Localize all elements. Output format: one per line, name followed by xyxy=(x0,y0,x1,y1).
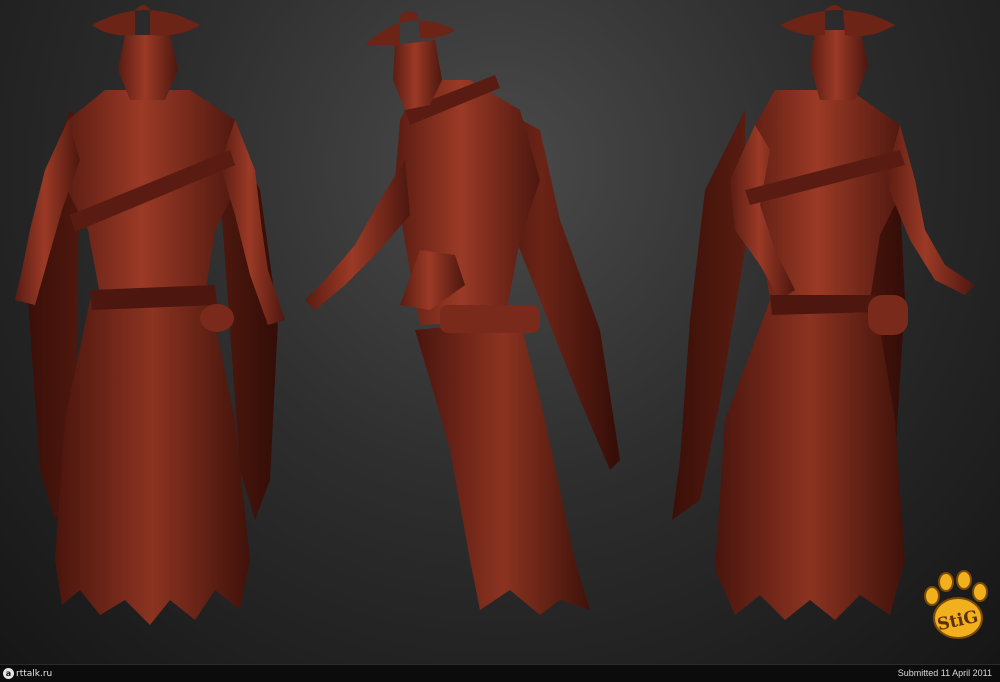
front-head xyxy=(118,35,178,100)
side-scroll xyxy=(440,305,540,333)
site-logo[interactable]: a rttalk.ru xyxy=(3,667,52,680)
site-logo-name: rttalk.ru xyxy=(16,668,53,679)
bear-paw-icon: StiG xyxy=(924,570,988,639)
tq-belt xyxy=(770,295,877,315)
side-arm xyxy=(305,160,410,310)
site-logo-mark: a xyxy=(3,668,14,679)
side-hat xyxy=(365,11,455,45)
front-scroll xyxy=(200,304,234,332)
front-pants-cloak xyxy=(55,300,250,625)
figure-three-quarter-view xyxy=(672,5,975,620)
side-legs xyxy=(415,320,590,615)
footer-bar: a rttalk.ru Submitted 11 April 2011 xyxy=(0,664,1000,682)
front-hat xyxy=(92,5,200,36)
tq-head xyxy=(810,30,868,100)
render-canvas: StiG xyxy=(0,0,1000,664)
stig-watermark: StiG xyxy=(918,566,996,658)
figure-front-view xyxy=(15,5,285,625)
tq-scroll xyxy=(868,295,908,335)
figure-side-view xyxy=(305,11,620,615)
tq-pants-cloak xyxy=(715,300,905,620)
submitted-date: Submitted 11 April 2011 xyxy=(897,668,992,678)
sculpt-scene xyxy=(15,5,975,625)
